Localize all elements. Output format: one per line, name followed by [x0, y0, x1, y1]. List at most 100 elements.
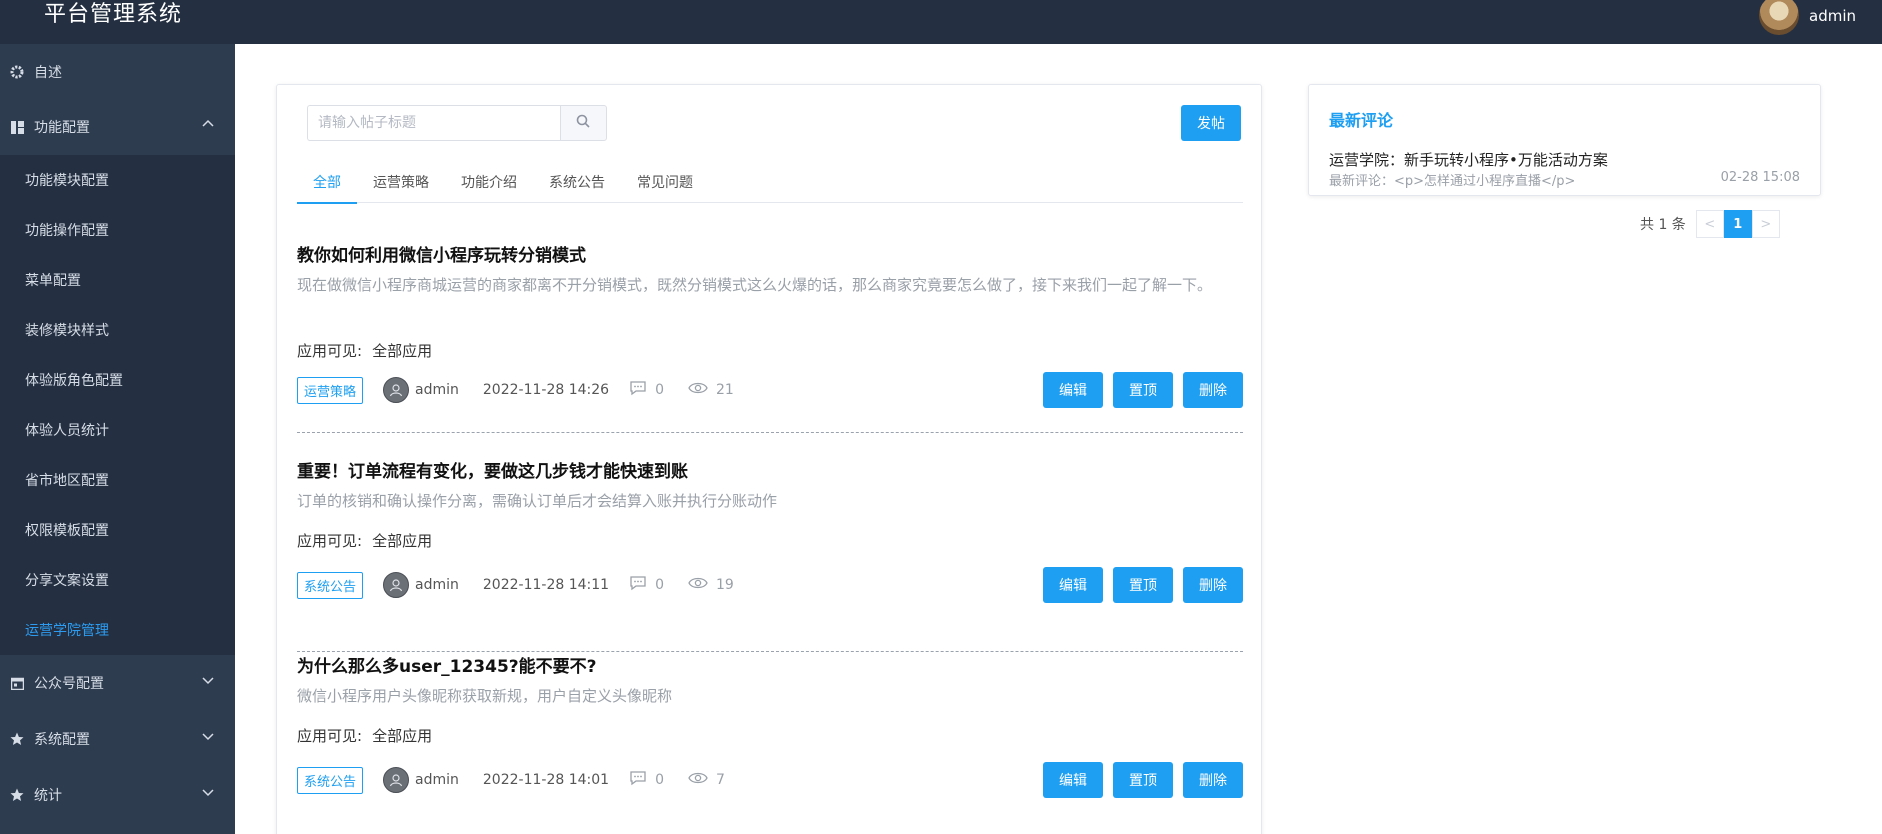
- view-count: 21: [688, 381, 734, 399]
- tab-announcements[interactable]: 系统公告: [533, 167, 621, 203]
- post-description: 微信小程序用户头像昵称获取新规，用户自定义头像昵称: [297, 687, 673, 705]
- sidebar-item-readme[interactable]: 自述: [0, 44, 235, 99]
- post-date: 2022-11-28 14:11: [482, 577, 610, 593]
- author-name: admin: [415, 382, 459, 398]
- next-page-button[interactable]: >: [1751, 210, 1780, 238]
- category-tag: 运营策略: [297, 376, 364, 404]
- comment-count: 0: [629, 380, 664, 400]
- post-meta: 系统公告 admin 2022-11-28 14:11 0 19: [297, 571, 758, 599]
- delete-button[interactable]: 删除: [1183, 762, 1243, 798]
- sidebar-item-permission-template[interactable]: 权限模板配置: [0, 505, 235, 555]
- sidebar-item-trial-stats[interactable]: 体验人员统计: [0, 405, 235, 455]
- chevron-down-icon: [201, 785, 215, 803]
- search-icon: [576, 114, 590, 132]
- post-meta: 系统公告 admin 2022-11-28 14:01 0 7: [297, 766, 749, 794]
- edit-button[interactable]: 编辑: [1043, 567, 1103, 603]
- sidebar-item-module-config[interactable]: 功能模块配置: [0, 155, 235, 205]
- user-menu[interactable]: admin: [1759, 0, 1856, 44]
- tab-features[interactable]: 功能介绍: [445, 167, 533, 203]
- pin-button[interactable]: 置顶: [1113, 567, 1173, 603]
- app-title: 平台管理系统: [44, 2, 183, 27]
- post-title[interactable]: 为什么那么多user_12345?能不要不?: [297, 652, 597, 677]
- comment-post-title[interactable]: 运营学院：新手玩转小程序•万能活动方案: [1329, 149, 1608, 170]
- comment-count: 0: [629, 575, 664, 595]
- comment-excerpt: 最新评论：<p>怎样通过小程序直播</p>: [1329, 174, 1576, 189]
- sidebar-group-label: 公众号配置: [34, 676, 104, 692]
- author-name: admin: [415, 577, 459, 593]
- post-actions: 编辑 置顶 删除: [1033, 372, 1243, 408]
- post-visibility: 应用可见: 全部应用: [297, 532, 433, 550]
- list-item: 重要！订单流程有变化，要做这几步钱才能快速到账 订单的核销和确认操作分离，需确认…: [297, 457, 1243, 652]
- tab-all[interactable]: 全部: [297, 167, 357, 204]
- chevron-down-icon: [201, 729, 215, 747]
- edit-button[interactable]: 编辑: [1043, 372, 1103, 408]
- gear-icon: [10, 65, 24, 79]
- post-meta: 运营策略 admin 2022-11-28 14:26 0 21: [297, 376, 758, 404]
- star-icon: [10, 788, 24, 802]
- edit-button[interactable]: 编辑: [1043, 762, 1103, 798]
- delete-button[interactable]: 删除: [1183, 372, 1243, 408]
- sidebar-group-label: 系统配置: [34, 732, 90, 748]
- post-date: 2022-11-28 14:26: [482, 382, 610, 398]
- sidebar-group-feature-config[interactable]: 功能配置: [0, 99, 235, 155]
- author-name: admin: [415, 772, 459, 788]
- new-post-button[interactable]: 发帖: [1181, 105, 1241, 141]
- posts-card: 发帖 全部 运营策略 功能介绍 系统公告 常见问题 教你如何利用微信小程序玩转分…: [276, 84, 1262, 834]
- comment-time: 02-28 15:08: [1720, 170, 1800, 185]
- sidebar-item-trial-role[interactable]: 体验版角色配置: [0, 355, 235, 405]
- comment-icon: [629, 575, 647, 595]
- eye-icon: [688, 771, 708, 789]
- list-item: 为什么那么多user_12345?能不要不? 微信小程序用户头像昵称获取新规，用…: [297, 652, 1243, 834]
- sidebar-item-academy[interactable]: 运营学院管理: [0, 605, 235, 655]
- category-tag: 系统公告: [297, 571, 364, 599]
- sidebar-group-system-config[interactable]: 系统配置: [0, 711, 235, 767]
- sidebar: 自述 功能配置 功能模块配置 功能操作配置 菜单配置 装修模块样式 体验版角色配…: [0, 44, 235, 834]
- sidebar-item-menu-config[interactable]: 菜单配置: [0, 255, 235, 305]
- eye-icon: [688, 381, 708, 399]
- tab-faq[interactable]: 常见问题: [621, 167, 709, 203]
- sidebar-item-operation-config[interactable]: 功能操作配置: [0, 205, 235, 255]
- list-item: 教你如何利用微信小程序玩转分销模式 现在做微信小程序商城运营的商家都离不开分销模…: [297, 241, 1243, 433]
- star-icon: [10, 732, 24, 746]
- pin-button[interactable]: 置顶: [1113, 762, 1173, 798]
- sidebar-group-official-account[interactable]: 公众号配置: [0, 655, 235, 711]
- comment-count: 0: [629, 770, 664, 790]
- sidebar-group-statistics[interactable]: 统计: [0, 767, 235, 823]
- pagination: 共 1 条 < 1 >: [1640, 210, 1780, 238]
- page-number[interactable]: 1: [1723, 210, 1752, 238]
- view-count: 7: [688, 771, 725, 789]
- post-actions: 编辑 置顶 删除: [1033, 762, 1243, 798]
- pagination-total: 共 1 条: [1640, 217, 1686, 233]
- username[interactable]: admin: [1809, 7, 1856, 25]
- sidebar-item-region-config[interactable]: 省市地区配置: [0, 455, 235, 505]
- post-description: 现在做微信小程序商城运营的商家都离不开分销模式，既然分销模式这么火爆的话，那么商…: [297, 276, 1213, 294]
- search-box: [307, 105, 607, 141]
- avatar[interactable]: [1759, 0, 1799, 35]
- prev-page-button[interactable]: <: [1695, 210, 1724, 238]
- calendar-icon: [10, 676, 24, 690]
- pin-button[interactable]: 置顶: [1113, 372, 1173, 408]
- latest-comments-title: 最新评论: [1329, 111, 1394, 130]
- category-tag: 系统公告: [297, 766, 364, 794]
- comment-icon: [629, 380, 647, 400]
- search-input[interactable]: [307, 105, 560, 141]
- latest-comments-card: 最新评论 运营学院：新手玩转小程序•万能活动方案 最新评论：<p>怎样通过小程序…: [1308, 84, 1821, 196]
- sidebar-submenu: 功能模块配置 功能操作配置 菜单配置 装修模块样式 体验版角色配置 体验人员统计…: [0, 155, 235, 655]
- top-bar: 平台管理系统 admin: [0, 0, 1882, 44]
- search-button[interactable]: [559, 105, 607, 141]
- sidebar-item-share-text[interactable]: 分享文案设置: [0, 555, 235, 605]
- author-avatar: [383, 767, 410, 793]
- post-title[interactable]: 重要！订单流程有变化，要做这几步钱才能快速到账: [297, 457, 688, 482]
- sidebar-item-decoration-style[interactable]: 装修模块样式: [0, 305, 235, 355]
- category-tabs: 全部 运营策略 功能介绍 系统公告 常见问题: [297, 167, 1243, 204]
- delete-button[interactable]: 删除: [1183, 567, 1243, 603]
- comment-icon: [629, 770, 647, 790]
- post-date: 2022-11-28 14:01: [482, 772, 610, 788]
- post-visibility: 应用可见: 全部应用: [297, 727, 433, 745]
- sidebar-group-label: 功能配置: [34, 120, 90, 136]
- tab-strategy[interactable]: 运营策略: [357, 167, 445, 203]
- post-title[interactable]: 教你如何利用微信小程序玩转分销模式: [297, 241, 586, 266]
- sidebar-group-label: 统计: [34, 788, 62, 804]
- eye-icon: [688, 576, 708, 594]
- sidebar-item-label: 自述: [34, 64, 62, 81]
